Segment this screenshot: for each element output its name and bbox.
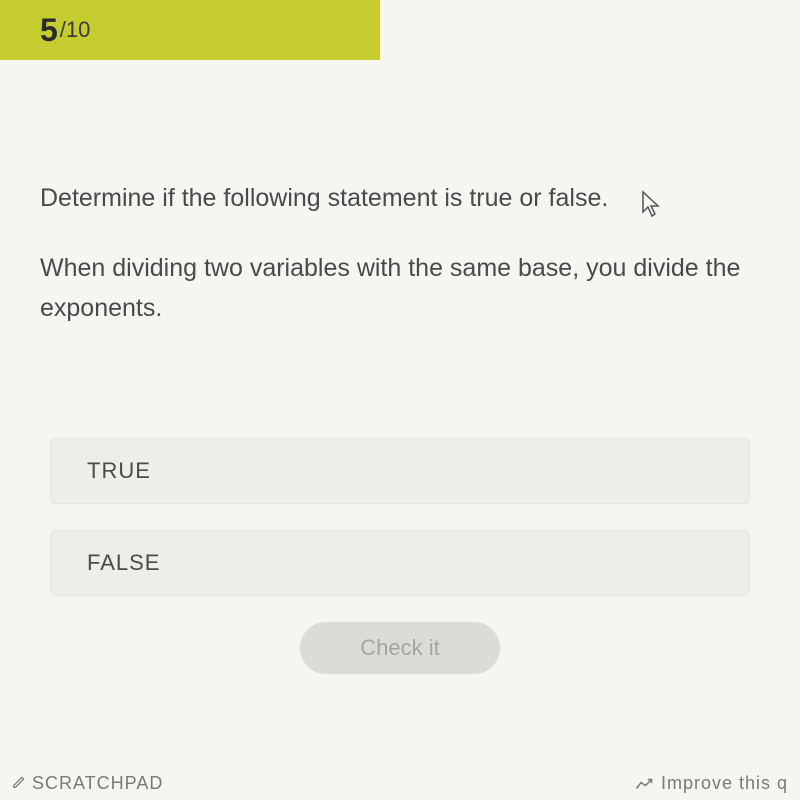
progress-current: 5 bbox=[40, 12, 58, 49]
option-false[interactable]: FALSE bbox=[50, 530, 750, 596]
check-wrap: Check it bbox=[40, 622, 760, 674]
option-false-label: FALSE bbox=[87, 550, 160, 576]
option-true-label: TRUE bbox=[87, 458, 151, 484]
improve-label: Improve this q bbox=[661, 773, 788, 794]
question-prompt: Determine if the following statement is … bbox=[40, 180, 760, 218]
pencil-icon bbox=[12, 773, 26, 794]
answer-options: TRUE FALSE bbox=[40, 438, 760, 596]
progress-badge: 5 /10 bbox=[0, 0, 380, 60]
progress-total: /10 bbox=[60, 17, 91, 43]
check-button-label: Check it bbox=[360, 635, 439, 660]
question-area: Determine if the following statement is … bbox=[0, 60, 800, 674]
question-statement: When dividing two variables with the sam… bbox=[40, 248, 760, 328]
improve-button[interactable]: Improve this q bbox=[635, 773, 788, 794]
footer: SCRATCHPAD Improve this q bbox=[0, 773, 800, 794]
scratchpad-label: SCRATCHPAD bbox=[32, 773, 163, 794]
option-true[interactable]: TRUE bbox=[50, 438, 750, 504]
scratchpad-button[interactable]: SCRATCHPAD bbox=[12, 773, 163, 794]
check-button[interactable]: Check it bbox=[300, 622, 500, 674]
trend-up-icon bbox=[635, 777, 653, 791]
